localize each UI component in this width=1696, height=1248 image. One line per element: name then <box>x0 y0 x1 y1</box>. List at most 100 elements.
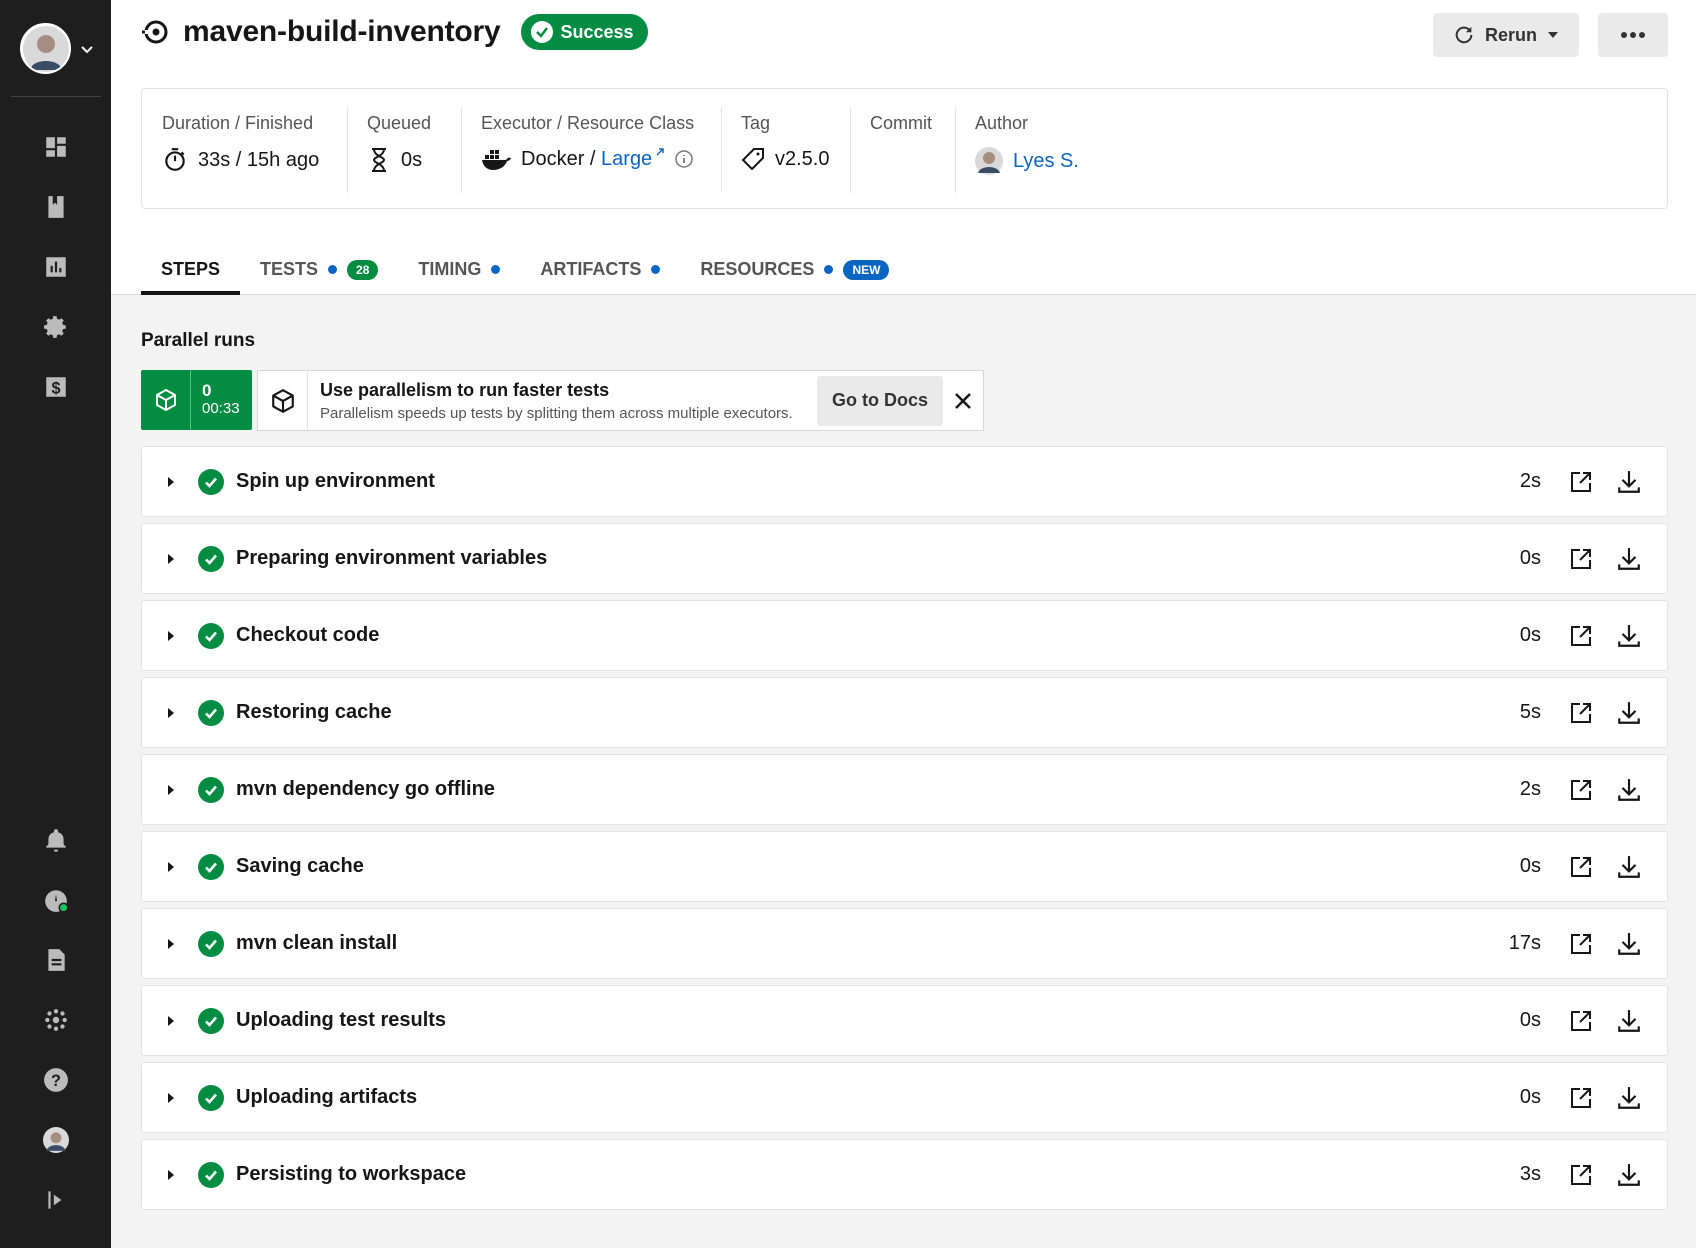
tab-tests-label: TESTS <box>260 259 319 279</box>
meta-duration: Duration / Finished 33s / 15h ago <box>142 89 347 210</box>
tab-resources[interactable]: RESOURCES NEW <box>680 244 909 295</box>
tip-description: Parallelism speeds up tests by splitting… <box>320 404 793 422</box>
meta-tag-value-row: v2.5.0 <box>741 147 829 171</box>
more-options-button[interactable] <box>1598 13 1668 57</box>
tests-count-badge: 28 <box>347 259 379 280</box>
caret-right-icon[interactable] <box>167 553 179 565</box>
download-icon[interactable] <box>1613 620 1645 652</box>
download-icon[interactable] <box>1613 697 1645 729</box>
check-circle-icon <box>198 930 224 957</box>
insights-chart-icon[interactable] <box>40 251 72 283</box>
download-icon[interactable] <box>1613 928 1645 960</box>
step-row[interactable]: Preparing environment variables 0s <box>141 523 1668 594</box>
step-duration: 0s <box>1519 855 1541 877</box>
svg-text:?: ? <box>51 1072 61 1090</box>
open-in-new-icon[interactable] <box>1565 466 1597 498</box>
step-row[interactable]: Saving cache 0s <box>141 831 1668 902</box>
docker-icon <box>482 150 511 170</box>
open-in-new-icon[interactable] <box>1565 620 1597 652</box>
projects-book-icon[interactable] <box>40 191 72 223</box>
step-name: Saving cache <box>236 855 364 877</box>
step-row[interactable]: Restoring cache 5s <box>141 677 1668 748</box>
download-icon[interactable] <box>1613 466 1645 498</box>
author-link[interactable]: Lyes S. <box>1013 150 1079 173</box>
check-circle-icon <box>198 545 224 572</box>
step-row[interactable]: mvn dependency go offline 2s <box>141 754 1668 825</box>
executor-type: Docker / <box>521 147 602 170</box>
pipeline-meta-card: Duration / Finished 33s / 15h ago Queued… <box>141 88 1668 209</box>
check-circle-icon <box>198 1084 224 1111</box>
sidebar-divider <box>11 96 101 97</box>
tab-tests[interactable]: TESTS 28 <box>240 244 398 295</box>
status-gauge-icon[interactable] <box>40 884 72 916</box>
caret-right-icon[interactable] <box>167 784 179 796</box>
tab-steps-label: STEPS <box>161 259 221 279</box>
expand-sidebar-icon[interactable] <box>40 1184 72 1216</box>
user-avatar[interactable] <box>40 1124 72 1156</box>
step-duration: 0s <box>1519 624 1541 646</box>
download-icon[interactable] <box>1613 1159 1645 1191</box>
step-row[interactable]: Uploading test results 0s <box>141 985 1668 1056</box>
tab-artifacts-label: ARTIFACTS <box>540 259 642 279</box>
tab-steps[interactable]: STEPS <box>141 244 241 295</box>
plan-billing-icon[interactable]: $ <box>40 371 72 403</box>
caret-right-icon[interactable] <box>167 707 179 719</box>
resource-class-link[interactable]: Large <box>601 148 652 170</box>
status-label: Success <box>560 21 634 42</box>
dashboard-icon[interactable] <box>40 131 72 163</box>
open-in-new-icon[interactable] <box>1565 1005 1597 1037</box>
rerun-button[interactable]: Rerun <box>1433 13 1579 57</box>
step-row[interactable]: Persisting to workspace 3s <box>141 1139 1668 1210</box>
meta-author: Author Lyes S. <box>955 89 1115 210</box>
tab-timing[interactable]: TIMING <box>398 244 520 295</box>
caret-right-icon[interactable] <box>167 630 179 642</box>
step-row[interactable]: Spin up environment 2s <box>141 446 1668 517</box>
download-icon[interactable] <box>1613 1005 1645 1037</box>
meta-author-label: Author <box>975 113 1029 133</box>
caret-right-icon[interactable] <box>167 938 179 950</box>
close-icon[interactable] <box>943 376 983 426</box>
caret-right-icon[interactable] <box>167 476 179 488</box>
org-switcher[interactable] <box>20 23 95 74</box>
open-in-new-icon[interactable] <box>1565 697 1597 729</box>
caret-right-icon[interactable] <box>167 861 179 873</box>
meta-tag-value[interactable]: v2.5.0 <box>775 148 829 171</box>
step-duration: 0s <box>1519 1086 1541 1108</box>
check-circle-icon <box>198 699 224 726</box>
download-icon[interactable] <box>1613 851 1645 883</box>
community-hub-icon[interactable] <box>40 1004 72 1036</box>
download-icon[interactable] <box>1613 1082 1645 1114</box>
go-to-docs-button[interactable]: Go to Docs <box>817 375 943 426</box>
open-in-new-icon[interactable] <box>1565 928 1597 960</box>
settings-gear-icon[interactable] <box>40 311 72 343</box>
caret-right-icon[interactable] <box>167 1092 179 1104</box>
parallel-run-card[interactable]: 0 00:33 <box>141 370 252 430</box>
open-in-new-icon[interactable] <box>1565 543 1597 575</box>
step-row[interactable]: Uploading artifacts 0s <box>141 1062 1668 1133</box>
caret-right-icon[interactable] <box>167 1169 179 1181</box>
open-in-new-icon[interactable] <box>1565 851 1597 883</box>
tab-artifacts[interactable]: ARTIFACTS <box>520 244 680 295</box>
open-in-new-icon[interactable] <box>1565 1082 1597 1114</box>
org-avatar <box>20 23 71 74</box>
caret-right-icon[interactable] <box>167 1015 179 1027</box>
step-row[interactable]: Checkout code 0s <box>141 600 1668 671</box>
stopwatch-icon <box>165 148 185 171</box>
notifications-bell-icon[interactable] <box>40 824 72 856</box>
step-row[interactable]: mvn clean install 17s <box>141 908 1668 979</box>
download-icon[interactable] <box>1613 543 1645 575</box>
meta-author-value-row: Lyes S. <box>975 147 1079 175</box>
open-in-new-icon[interactable] <box>1565 1159 1597 1191</box>
docs-file-icon[interactable] <box>40 944 72 976</box>
ellipsis-icon <box>1621 32 1645 38</box>
tag-icon <box>741 148 764 171</box>
open-in-new-icon[interactable] <box>1565 774 1597 806</box>
help-question-icon[interactable]: ? <box>40 1064 72 1096</box>
step-name: Checkout code <box>236 624 380 646</box>
step-duration: 0s <box>1519 1009 1541 1031</box>
refresh-icon <box>1455 26 1473 44</box>
download-icon[interactable] <box>1613 774 1645 806</box>
step-name: Persisting to workspace <box>236 1163 467 1185</box>
info-icon[interactable] <box>674 149 694 169</box>
parallelism-tip-banner: Use parallelism to run faster tests Para… <box>257 370 984 431</box>
